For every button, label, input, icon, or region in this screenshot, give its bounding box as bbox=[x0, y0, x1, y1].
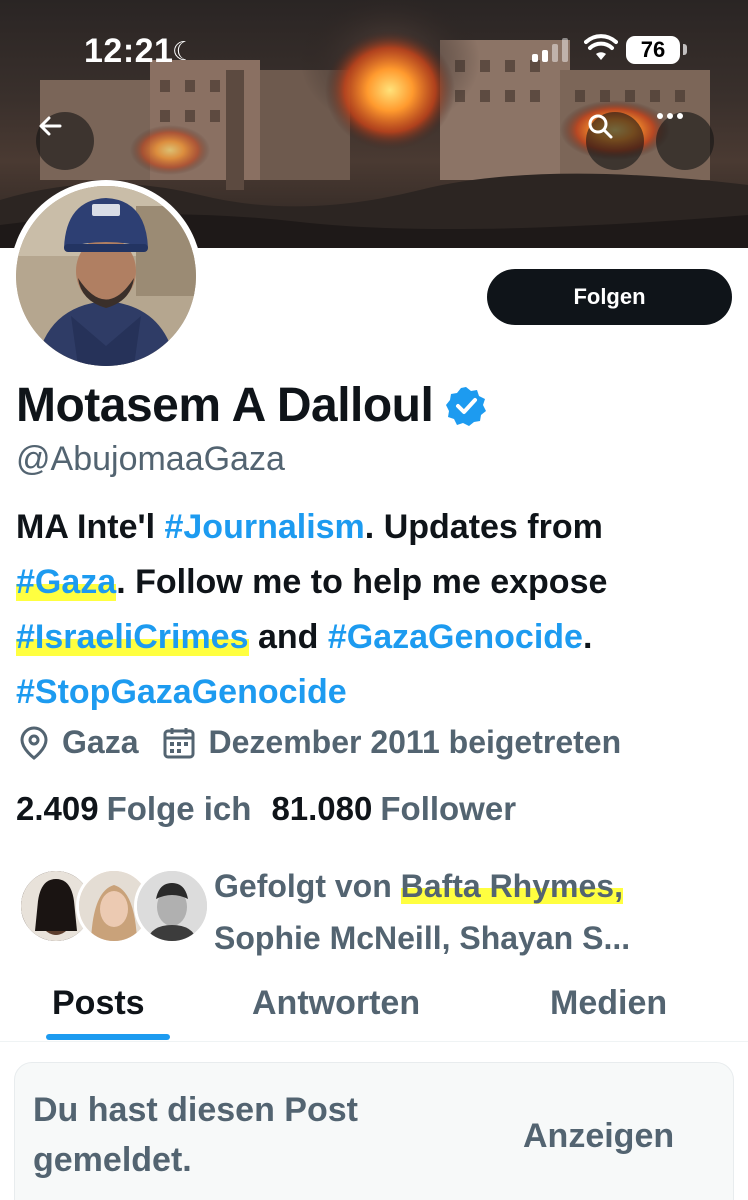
focus-moon-icon: ☾ bbox=[172, 36, 196, 66]
profile-avatar[interactable] bbox=[10, 180, 202, 372]
more-horizontal-icon bbox=[657, 113, 683, 119]
hashtag-gaza[interactable]: #Gaza bbox=[16, 563, 117, 601]
followed-by-others[interactable]: Sophie McNeill, Shayan S... bbox=[214, 920, 630, 956]
hashtag-stopgazagenocide[interactable]: #StopGazaGenocide bbox=[16, 673, 347, 711]
profile-meta: Gaza Dezember 2011 beigetreten bbox=[18, 724, 645, 761]
follower-avatar-3 bbox=[134, 868, 210, 944]
followed-by-prefix: Gefolgt von bbox=[214, 868, 401, 904]
reported-post-notice: Du hast diesen Post gemeldet. Anzeigen bbox=[14, 1062, 734, 1200]
search-button[interactable] bbox=[586, 112, 644, 170]
followers-count[interactable]: 81.080 bbox=[271, 790, 372, 828]
follow-counts: 2.409 Folge ich 81.080 Follower bbox=[16, 790, 536, 828]
battery-tip bbox=[683, 44, 687, 55]
tab-medien[interactable]: Medien bbox=[550, 984, 667, 1023]
status-bar: 12:21 ☾ 76 bbox=[0, 0, 748, 100]
followed-by-text[interactable]: Gefolgt von Bafta Rhymes, Sophie McNeill… bbox=[214, 860, 734, 964]
bio-text: . Updates from bbox=[364, 508, 603, 546]
arrow-left-icon bbox=[39, 116, 62, 136]
tab-antworten[interactable]: Antworten bbox=[252, 984, 420, 1023]
joined-text: Dezember 2011 beigetreten bbox=[208, 724, 622, 760]
hashtag-israelicrimes[interactable]: #IsraeliCrimes bbox=[16, 618, 249, 656]
avatar-photo bbox=[16, 186, 196, 366]
back-button[interactable] bbox=[36, 112, 94, 170]
followed-by-row[interactable]: Gefolgt von Bafta Rhymes, Sophie McNeill… bbox=[18, 860, 738, 956]
followers-label[interactable]: Follower bbox=[380, 790, 516, 828]
show-post-button[interactable]: Anzeigen bbox=[523, 1117, 674, 1156]
followed-by-name[interactable]: Bafta Rhymes, bbox=[400, 868, 623, 904]
tab-posts[interactable]: Posts bbox=[52, 984, 145, 1023]
profile-name: Motasem A Dalloul bbox=[16, 379, 434, 432]
bio-text: . bbox=[582, 618, 593, 656]
hashtag-journalism[interactable]: #Journalism bbox=[164, 508, 364, 546]
following-count[interactable]: 2.409 bbox=[16, 790, 99, 828]
wifi-icon bbox=[584, 34, 618, 60]
location-item: Gaza bbox=[18, 724, 138, 761]
verified-badge-icon[interactable] bbox=[445, 385, 487, 427]
profile-tabs: Posts Antworten Medien bbox=[0, 970, 748, 1042]
reported-message: Du hast diesen Post gemeldet. bbox=[33, 1091, 358, 1179]
active-tab-indicator bbox=[46, 1034, 170, 1040]
cellular-signal-icon bbox=[532, 38, 568, 62]
follow-button[interactable]: Folgen bbox=[487, 269, 732, 325]
bio-text: . Follow me to help me expose bbox=[116, 563, 608, 601]
status-time: 12:21 bbox=[84, 32, 174, 70]
profile-bio: MA Inte'l #Journalism. Updates from #Gaz… bbox=[16, 500, 736, 720]
more-button[interactable] bbox=[656, 112, 714, 170]
battery-indicator: 76 bbox=[626, 36, 680, 64]
following-label[interactable]: Folge ich bbox=[107, 790, 252, 828]
location-text: Gaza bbox=[62, 724, 139, 760]
search-icon bbox=[588, 114, 613, 139]
profile-handle: @AbujomaaGaza bbox=[16, 440, 285, 478]
calendar-icon bbox=[163, 727, 195, 758]
joined-item: Dezember 2011 beigetreten bbox=[162, 724, 621, 761]
location-pin-icon bbox=[20, 725, 48, 760]
bio-text: and bbox=[248, 618, 328, 656]
profile-name-row: Motasem A Dalloul bbox=[16, 378, 487, 433]
bio-text: MA Inte'l bbox=[16, 508, 165, 546]
hashtag-gazagenocide[interactable]: #GazaGenocide bbox=[328, 618, 583, 656]
